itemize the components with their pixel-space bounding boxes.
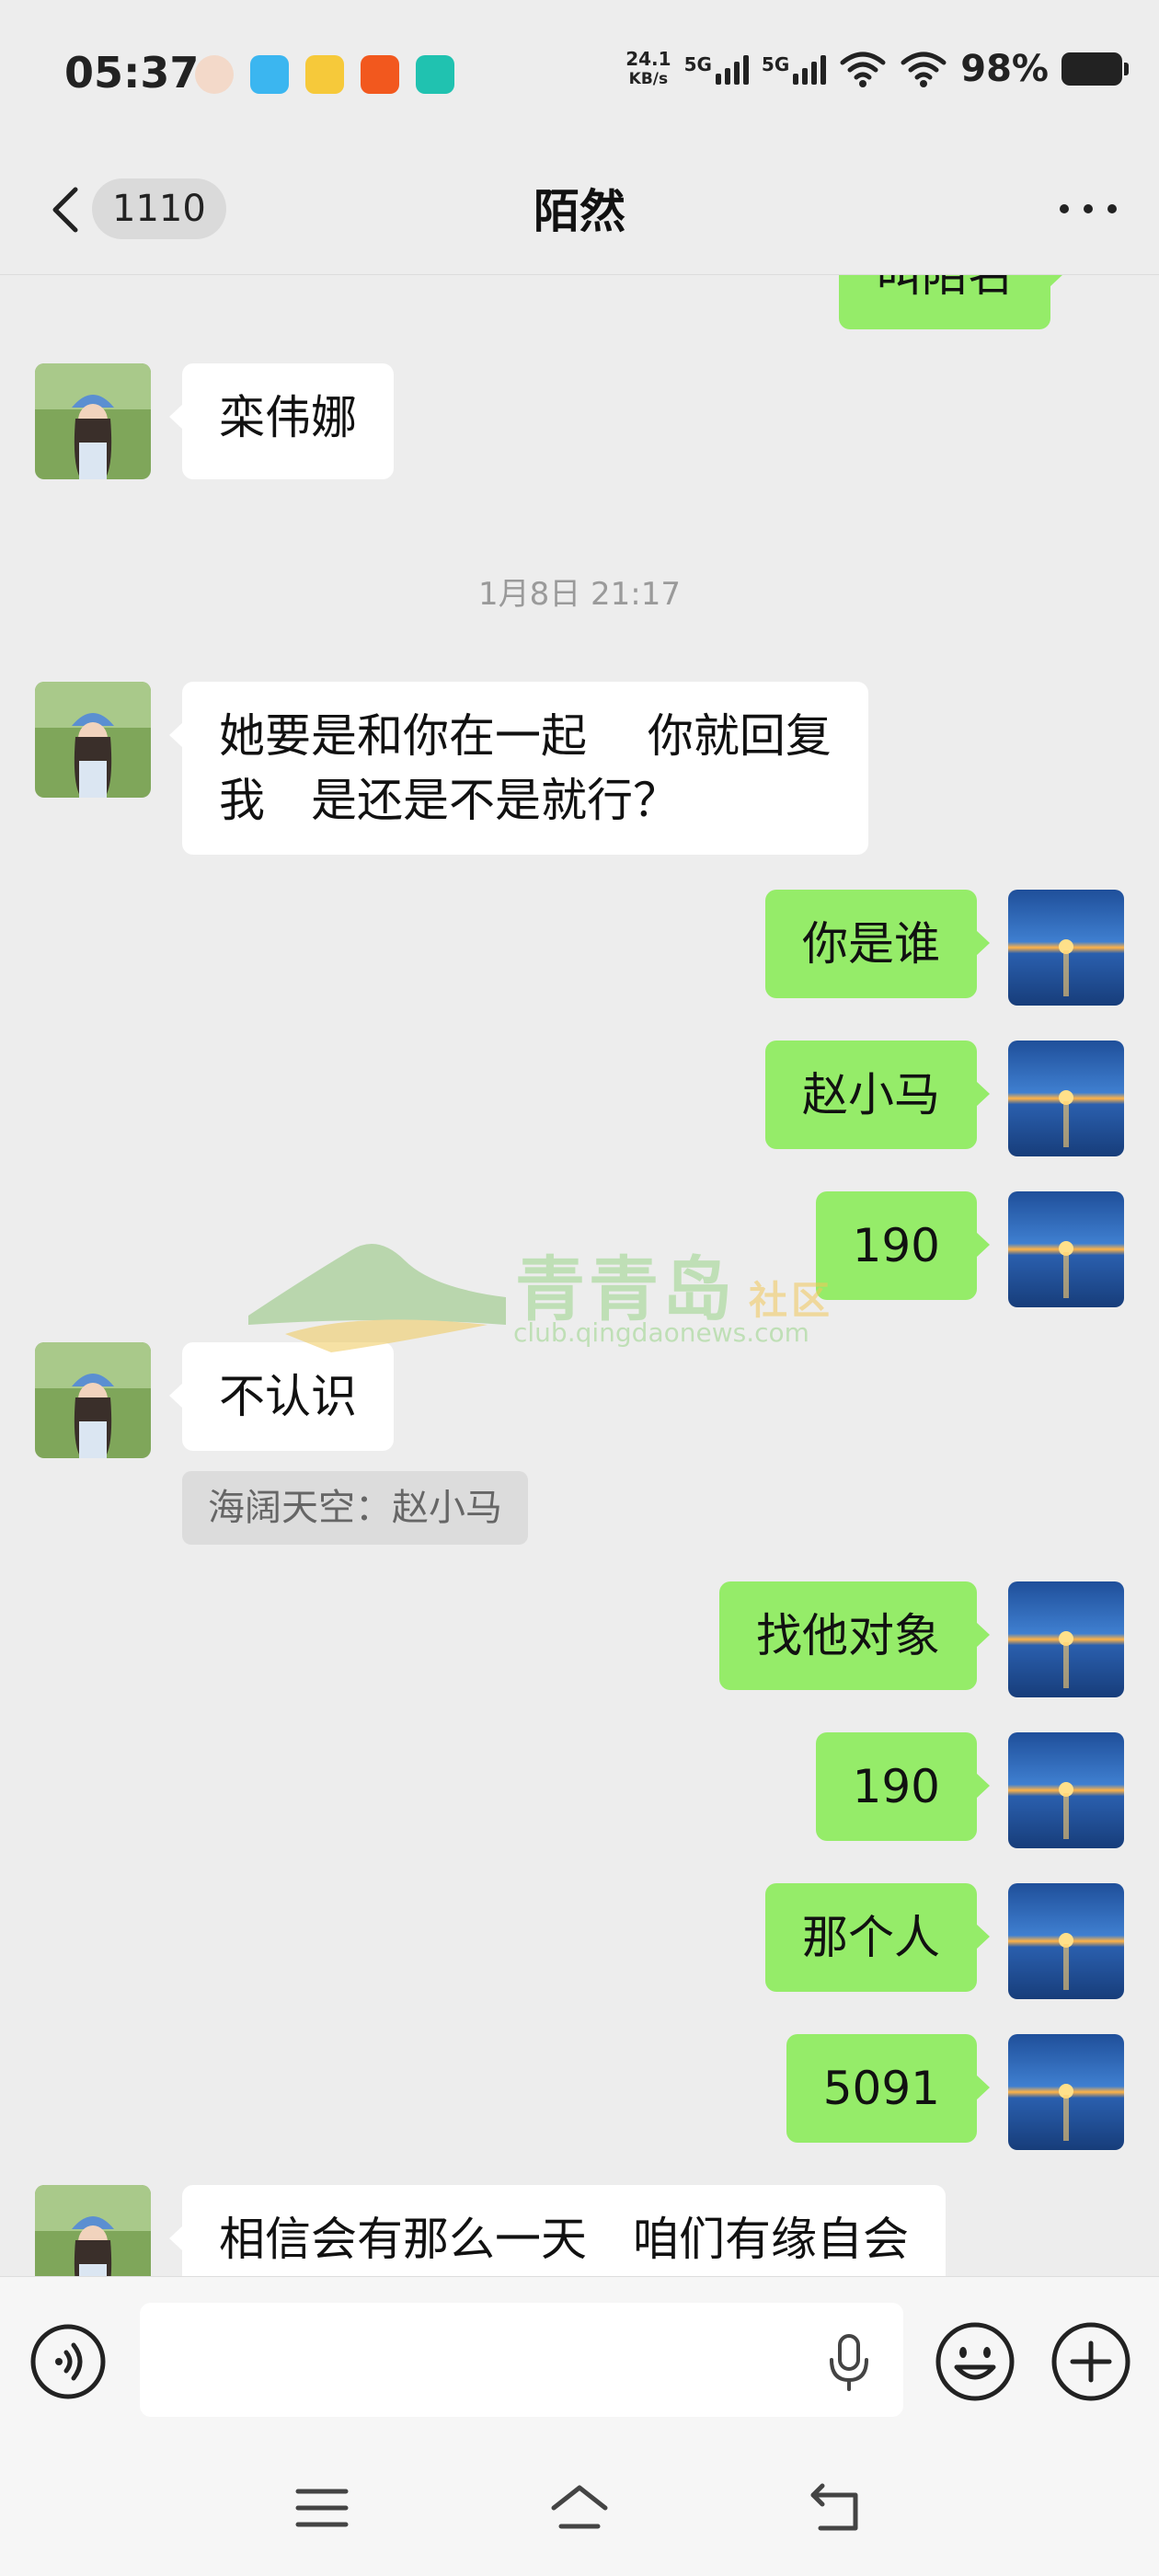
contact-avatar[interactable] [35,2185,151,2276]
chat-title: 陌然 [534,185,625,238]
wifi-icon-2 [901,52,947,87]
more-icon[interactable] [1060,195,1117,223]
message-input[interactable] [140,2303,903,2417]
return-icon[interactable] [808,2480,866,2536]
microphone-icon[interactable] [826,2332,872,2393]
my-avatar[interactable] [1008,1883,1124,1999]
contact-avatar[interactable] [35,682,151,798]
battery-percentage: 98% [960,48,1049,90]
signal-sim2-icon: 5G [762,53,827,85]
emoji-icon[interactable] [935,2321,1016,2402]
teal-app-icon [416,55,454,94]
system-navigation-bar [0,2444,1159,2576]
signal-sim1-icon: 5G [684,53,749,85]
plus-icon[interactable] [1050,2321,1131,2402]
message-list[interactable]: 叫陌名 栾伟娜 1月8日 21:17 她要是和你在一起 你就回复 我 是还是不是… [0,274,1159,2276]
message-bubble-incoming[interactable]: 相信会有那么一天 咱们有缘自会 [169,2185,946,2276]
message-bubble-incoming[interactable]: 不认识 [169,1342,394,1451]
my-avatar[interactable] [1008,1581,1124,1697]
contact-avatar[interactable] [35,363,151,479]
quoted-message[interactable]: 海阔天空：赵小马 [182,1471,528,1545]
message-bubble-outgoing[interactable]: 你是谁 [765,890,990,998]
menu-icon[interactable] [293,2480,351,2536]
message-bubble-outgoing-partial[interactable]: 叫陌名 [839,274,1063,329]
system-indicators: 24.1 KB/s 5G 5G 98% [625,48,1129,90]
message-bubble-outgoing[interactable]: 190 [815,1191,991,1300]
status-time: 05:37 [64,48,200,98]
my-avatar[interactable] [1008,1041,1124,1156]
contact-avatar[interactable] [35,1342,151,1458]
message-bubble-outgoing[interactable]: 赵小马 [765,1041,990,1149]
message-bubble-outgoing[interactable]: 190 [815,1732,991,1841]
my-avatar[interactable] [1008,1732,1124,1848]
my-avatar[interactable] [1008,1191,1124,1307]
wifi-icon-1 [840,52,886,87]
status-bar: 05:37 24.1 KB/s 5G 5G 98% [0,0,1159,147]
notification-icons [195,55,454,94]
my-avatar[interactable] [1008,890,1124,1006]
message-timestamp: 1月8日 21:17 [477,576,682,613]
voice-mode-icon[interactable] [29,2323,107,2400]
message-bubble-incoming[interactable]: 栾伟娜 [169,363,394,479]
message-bubble-incoming[interactable]: 她要是和你在一起 你就回复 我 是还是不是就行？ [169,682,868,855]
home-icon[interactable] [550,2480,609,2536]
message-bubble-outgoing[interactable]: 找他对象 [719,1581,990,1690]
message-bubble-outgoing[interactable]: 那个人 [765,1883,990,1992]
message-bubble-outgoing[interactable]: 5091 [786,2034,991,2143]
kuaishou-app-icon [361,55,399,94]
message-input-bar [0,2276,1159,2444]
battery-icon [1061,52,1129,86]
game-app-icon [305,55,344,94]
cloud-app-icon [250,55,289,94]
network-speed: 24.1 KB/s [625,48,671,88]
chat-header: 1110 陌然 [0,147,1159,275]
my-avatar[interactable] [1008,2034,1124,2150]
contact-notification-icon [195,55,234,94]
